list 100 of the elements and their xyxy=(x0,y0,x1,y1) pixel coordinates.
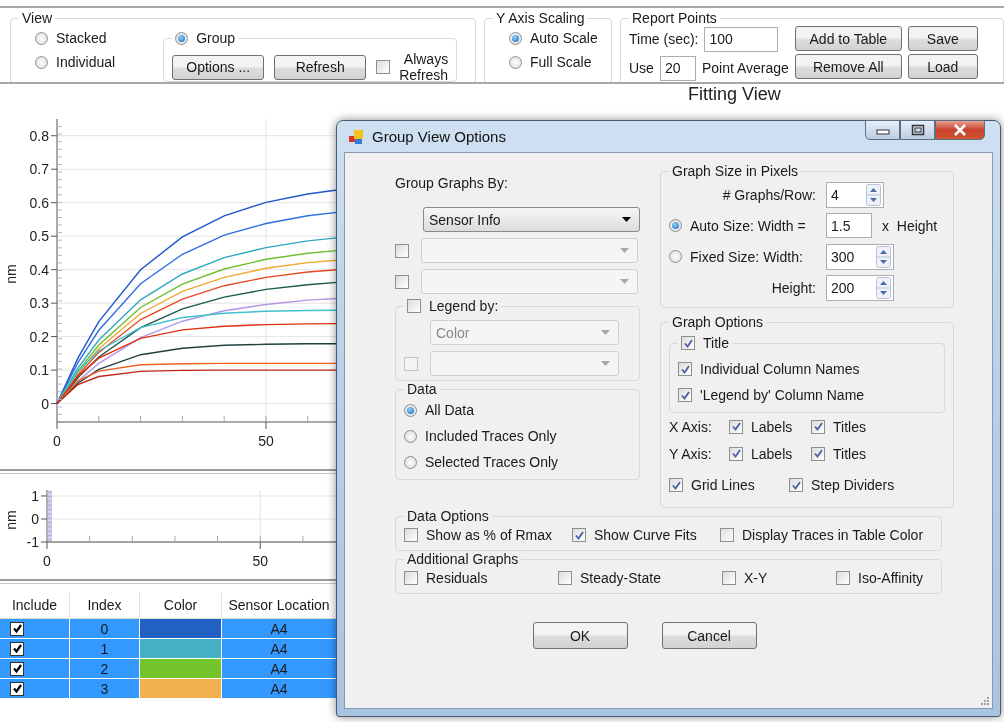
y-axis xyxy=(40,489,53,543)
radio-button[interactable] xyxy=(509,31,522,45)
axis-tick-label: 0 xyxy=(31,511,39,527)
group-title: Additional Graphs xyxy=(406,551,520,567)
checkbox[interactable] xyxy=(10,681,24,696)
checkbox[interactable] xyxy=(681,336,695,350)
radio-label: Included Traces Only xyxy=(425,428,557,444)
radio-button[interactable] xyxy=(404,429,417,443)
button[interactable]: Remove All xyxy=(794,54,902,79)
checkbox[interactable] xyxy=(376,60,391,74)
input-field[interactable]: 1.5 xyxy=(826,213,872,238)
group-title: Graph Size in Pixels xyxy=(671,163,800,179)
radio-button[interactable] xyxy=(669,219,682,232)
field-label: Time (sec): xyxy=(629,31,699,47)
checkbox[interactable] xyxy=(404,528,418,542)
checkbox-label: Show Curve Fits xyxy=(594,527,697,543)
checkbox[interactable] xyxy=(407,299,421,313)
column-header[interactable]: Color xyxy=(140,592,222,618)
axis-tick-label: 0.3 xyxy=(29,295,49,312)
button[interactable]: Load xyxy=(907,54,978,79)
radio-label: Full Scale xyxy=(530,54,592,70)
axis-tick-label: 0.8 xyxy=(29,127,49,144)
restore-icon xyxy=(910,124,925,136)
group-title: Y Axis Scaling xyxy=(495,10,586,26)
checkbox[interactable] xyxy=(729,446,743,461)
axis-tick-label: 0 xyxy=(41,395,49,412)
checkbox-label: Iso-Affinity xyxy=(858,570,924,586)
table-row[interactable]: 1 A4 xyxy=(0,639,337,659)
button[interactable]: OK xyxy=(532,622,628,649)
field-label: x Height xyxy=(882,217,938,234)
radio-button[interactable] xyxy=(404,455,417,469)
field-label: Use xyxy=(629,60,654,76)
radio-button[interactable] xyxy=(669,250,682,263)
axis-tick-label: 50 xyxy=(252,553,268,569)
column-header[interactable]: Include xyxy=(0,592,70,618)
radio-button[interactable] xyxy=(404,403,417,417)
radio-label: Selected Traces Only xyxy=(425,454,559,470)
button[interactable]: Refresh xyxy=(274,54,367,80)
button[interactable]: Save xyxy=(907,26,978,51)
maximize-button[interactable] xyxy=(900,120,935,140)
checkbox[interactable] xyxy=(669,478,683,492)
checkbox[interactable] xyxy=(678,362,692,376)
checkbox[interactable] xyxy=(10,661,24,676)
checkbox[interactable] xyxy=(558,571,572,585)
radio-label: Individual xyxy=(56,54,116,70)
checkbox[interactable] xyxy=(572,528,586,542)
checkbox[interactable] xyxy=(789,478,803,492)
checkbox[interactable] xyxy=(10,621,24,636)
table-row[interactable]: 2 A4 xyxy=(0,659,337,679)
checkbox[interactable] xyxy=(811,419,825,434)
checkbox[interactable] xyxy=(720,528,734,542)
minimize-button[interactable] xyxy=(865,120,900,140)
checkbox[interactable] xyxy=(836,571,850,585)
checkbox[interactable] xyxy=(10,641,24,656)
resize-grip-icon xyxy=(980,696,990,706)
checkbox-label: Title xyxy=(703,335,729,351)
group-title: View xyxy=(21,10,54,26)
number-spinner[interactable]: 200 xyxy=(826,274,894,301)
field-label: X Axis: xyxy=(669,418,713,435)
checkbox-label: Legend by: xyxy=(429,298,499,314)
table-row[interactable]: 0 A4 xyxy=(0,619,337,639)
checkbox[interactable] xyxy=(722,571,736,585)
button[interactable]: Options ... xyxy=(172,54,265,80)
axis-tick-label: 50 xyxy=(258,433,274,449)
column-header[interactable]: Index xyxy=(70,592,140,618)
checkbox[interactable] xyxy=(811,446,825,461)
group-title: Data Options xyxy=(406,508,490,524)
up-down-arrows-icon xyxy=(866,183,881,206)
radio-button[interactable] xyxy=(509,55,522,69)
radio-label: Fixed Size: Width: xyxy=(690,248,803,265)
checkbox[interactable] xyxy=(404,571,418,585)
number-spinner[interactable]: 4 xyxy=(826,181,884,208)
dropdown[interactable]: Sensor Info xyxy=(423,207,640,232)
radio-button[interactable] xyxy=(35,31,48,45)
input-field[interactable]: 100 xyxy=(704,26,779,52)
axis-tick-label: -1 xyxy=(26,534,39,550)
up-down-arrows-icon xyxy=(876,276,891,299)
input-field[interactable]: 20 xyxy=(659,55,696,81)
table-row[interactable]: 3 A4 xyxy=(0,679,337,699)
radio-button[interactable] xyxy=(35,55,48,69)
axis-tick-label: 0.2 xyxy=(29,328,49,345)
checkbox-label: Residuals xyxy=(426,570,488,586)
checkbox[interactable] xyxy=(678,388,692,402)
axis-tick-label: 0.6 xyxy=(29,194,49,211)
section-label: Group Graphs By: xyxy=(395,175,509,193)
button[interactable]: Add to Table xyxy=(794,26,902,51)
axis-title: nm xyxy=(3,264,19,284)
checkbox[interactable] xyxy=(729,419,743,434)
radio-button[interactable] xyxy=(175,31,189,45)
axis-tick-label: 0 xyxy=(43,553,51,569)
radio-label: All Data xyxy=(425,402,475,418)
checkbox-label: Display Traces in Table Color xyxy=(742,527,924,543)
checkbox-label: Individual Column Names xyxy=(700,361,860,377)
field-label: Y Axis: xyxy=(669,445,713,462)
axis-title: nm xyxy=(3,510,19,530)
group-title: Graph Options xyxy=(671,314,765,330)
view-title: Fitting View xyxy=(687,84,782,104)
button[interactable]: Cancel xyxy=(661,622,757,649)
close-button[interactable] xyxy=(935,120,985,140)
number-spinner[interactable]: 300 xyxy=(826,243,894,270)
